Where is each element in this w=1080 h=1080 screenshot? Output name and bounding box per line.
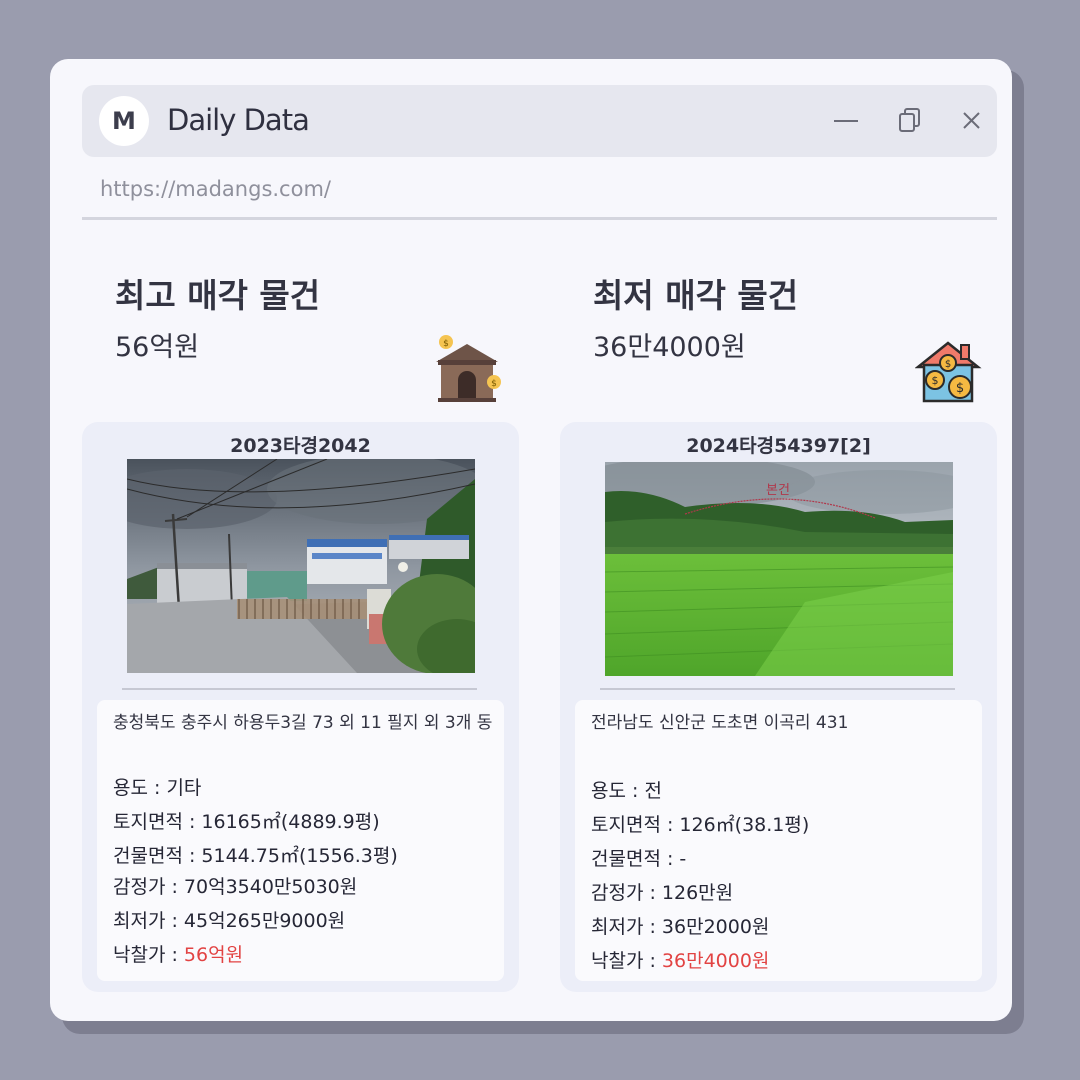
usage-label: 용도 : — [113, 777, 167, 799]
lowest-heading: 최저 매각 물건 — [593, 276, 799, 315]
close-icon — [963, 112, 980, 129]
land-area-label: 토지면적 : — [113, 811, 202, 833]
appraisal-value: 126만원 — [661, 882, 734, 904]
appraisal-row: 감정가 : 70억3540만5030원 — [113, 872, 357, 899]
usage-label: 용도 : — [591, 780, 645, 802]
winning-bid-row: 낙찰가 : 56억원 — [113, 940, 243, 967]
restore-icon — [899, 108, 920, 132]
highest-property-card[interactable]: 2023타경2042 충청북도 충주시 하용두3길 73 외 11 필지 외 3… — [82, 422, 519, 992]
land-area-row: 토지면적 : 126㎡(38.1평) — [591, 810, 809, 837]
house-coin-icon: $ $ — [432, 334, 502, 404]
building-area-label: 건물면적 : — [113, 845, 202, 867]
case-number: 2023타경2042 — [230, 435, 371, 457]
building-area-row: 건물면적 : 5144.75㎡(1556.3평) — [113, 841, 398, 868]
svg-text:$: $ — [443, 339, 449, 349]
minimize-icon — [834, 120, 858, 122]
title-bar: M Daily Data — [82, 85, 997, 157]
factory-road-photo — [127, 459, 475, 673]
property-address: 전라남도 신안군 도초면 이곡리 431 — [591, 713, 849, 733]
minimum-price-row: 최저가 : 45억265만9000원 — [113, 906, 345, 933]
minimum-price-label: 최저가 : — [591, 916, 662, 938]
minimum-price-value: 45억265만9000원 — [183, 910, 346, 932]
restore-button[interactable] — [893, 103, 927, 137]
winning-bid-row: 낙찰가 : 36만4000원 — [591, 946, 769, 973]
url-divider — [82, 217, 997, 220]
lowest-property-card[interactable]: 2024타경54397[2] 본건 전라남도 신안군 도초면 이곡리 431 용… — [560, 422, 997, 992]
rice-field-photo: 본건 — [605, 462, 953, 676]
lowest-amount: 36만4000원 — [593, 332, 746, 363]
appraisal-row: 감정가 : 126만원 — [591, 878, 733, 905]
app-title: Daily Data — [167, 103, 310, 137]
land-area-label: 토지면적 : — [591, 814, 680, 836]
land-area-value: 16165㎡(4889.9평) — [201, 811, 380, 833]
usage-value: 전 — [644, 780, 662, 802]
case-number: 2024타경54397[2] — [686, 435, 871, 457]
building-area-label: 건물면적 : — [591, 848, 680, 870]
svg-text:$: $ — [932, 374, 939, 387]
house-money-icon: $ $ $ — [914, 337, 985, 407]
svg-text:$: $ — [945, 359, 951, 370]
property-address: 충청북도 충주시 하용두3길 73 외 11 필지 외 3개 동 — [113, 713, 493, 733]
card-divider — [600, 688, 955, 690]
app-window: M Daily Data https://madangs.com/ 최고 매각 … — [50, 59, 1012, 1021]
minimum-price-row: 최저가 : 36만2000원 — [591, 912, 769, 939]
property-details: 전라남도 신안군 도초면 이곡리 431 용도 : 전 토지면적 : 126㎡(… — [575, 700, 982, 981]
svg-text:$: $ — [956, 381, 964, 396]
appraisal-label: 감정가 : — [591, 882, 662, 904]
building-area-row: 건물면적 : - — [591, 844, 686, 871]
land-area-value: 126㎡(38.1평) — [679, 814, 810, 836]
highest-amount: 56억원 — [115, 332, 200, 363]
minimize-button[interactable] — [829, 103, 863, 137]
svg-text:$: $ — [491, 379, 497, 389]
usage-row: 용도 : 기타 — [113, 773, 201, 800]
card-divider — [122, 688, 477, 690]
land-area-row: 토지면적 : 16165㎡(4889.9평) — [113, 807, 380, 834]
property-details: 충청북도 충주시 하용두3길 73 외 11 필지 외 3개 동 용도 : 기타… — [97, 700, 504, 981]
minimum-price-value: 36만2000원 — [661, 916, 770, 938]
app-logo: M — [99, 96, 149, 146]
winning-bid-label: 낙찰가 : — [113, 944, 184, 966]
close-button[interactable] — [954, 103, 988, 137]
appraisal-label: 감정가 : — [113, 876, 184, 898]
winning-bid-value: 36만4000원 — [661, 950, 770, 972]
photo-label: 본건 — [766, 483, 790, 498]
appraisal-value: 70억3540만5030원 — [183, 876, 358, 898]
minimum-price-label: 최저가 : — [113, 910, 184, 932]
highest-heading: 최고 매각 물건 — [115, 276, 321, 315]
winning-bid-label: 낙찰가 : — [591, 950, 662, 972]
building-area-value: - — [679, 848, 687, 870]
usage-row: 용도 : 전 — [591, 776, 662, 803]
building-area-value: 5144.75㎡(1556.3평) — [201, 845, 398, 867]
url-text[interactable]: https://madangs.com/ — [100, 177, 331, 201]
winning-bid-value: 56억원 — [183, 944, 244, 966]
usage-value: 기타 — [166, 777, 202, 799]
